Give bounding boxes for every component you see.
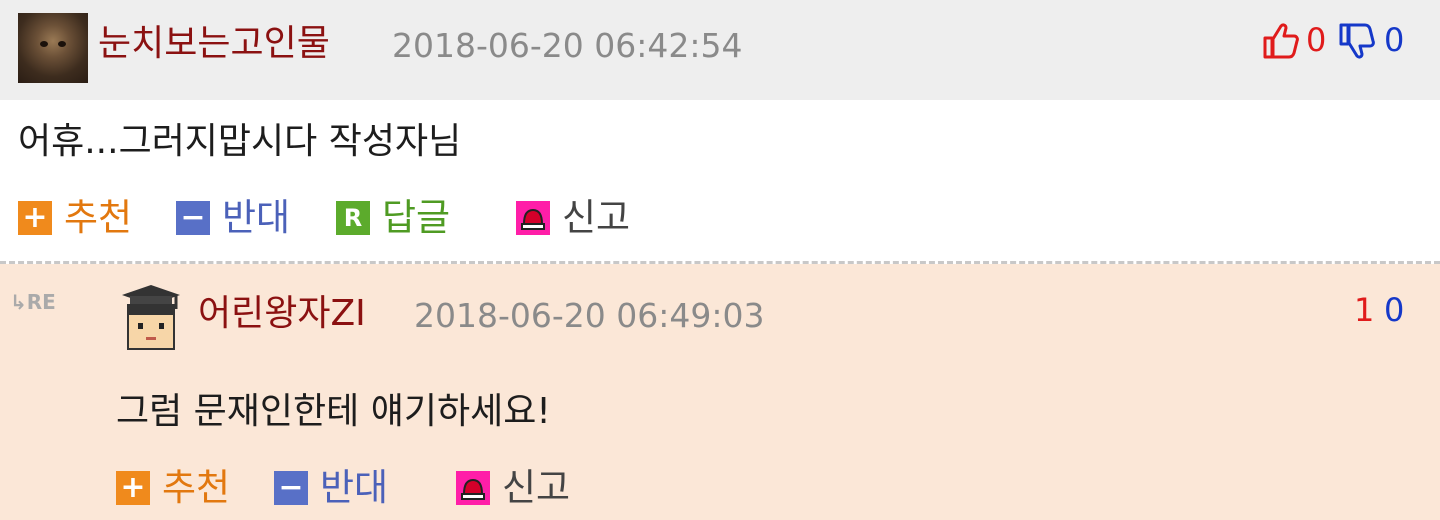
thumbs-up-icon [1263, 23, 1299, 59]
reply-r-icon: R [336, 201, 370, 235]
minus-icon: − [176, 201, 210, 235]
oppose-button[interactable]: − 반대 [176, 194, 290, 242]
report-button[interactable]: 신고 [516, 194, 630, 242]
reply-label: 답글 [382, 196, 451, 239]
recommend-label: 추천 [64, 196, 133, 239]
siren-icon [456, 471, 490, 505]
avatar[interactable] [18, 13, 88, 83]
plus-icon: + [116, 471, 150, 505]
thumbs-down-icon [1339, 23, 1375, 59]
reply-arrow-icon: ↳ [10, 290, 27, 314]
downvote-button[interactable]: 0 [1338, 20, 1410, 60]
oppose-label: 반대 [320, 466, 389, 509]
comment-date: 2018-06-20 06:42:54 [392, 26, 743, 65]
siren-icon [516, 201, 550, 235]
oppose-label: 반대 [222, 196, 291, 239]
upvote-count: 0 [1306, 21, 1327, 59]
comment-date: 2018-06-20 06:49:03 [414, 296, 765, 335]
comment-text: 어휴...그러지맙시다 작성자님 [18, 121, 462, 162]
downvote-count[interactable]: 0 [1384, 290, 1404, 330]
recommend-label: 추천 [162, 466, 231, 509]
upvote-button[interactable]: 0 [1262, 20, 1332, 60]
plus-icon: + [18, 201, 52, 235]
report-button[interactable]: 신고 [456, 464, 570, 512]
reply-marker: ↳RE [10, 290, 56, 314]
oppose-button[interactable]: − 반대 [274, 464, 388, 512]
recommend-button[interactable]: + 추천 [18, 194, 132, 242]
comment-nickname[interactable]: 눈치보는고인물 [98, 14, 330, 74]
recommend-button[interactable]: + 추천 [116, 464, 230, 512]
reply-button[interactable]: R 답글 [336, 194, 450, 242]
comment-nickname[interactable]: 어린왕자ZI [198, 286, 366, 342]
upvote-count[interactable]: 1 [1354, 290, 1374, 330]
minus-icon: − [274, 471, 308, 505]
comment-text: 그럼 문재인한테 얘기하세요! [116, 391, 551, 432]
avatar[interactable] [116, 283, 186, 353]
report-label: 신고 [502, 466, 571, 509]
downvote-count: 0 [1384, 21, 1405, 59]
report-label: 신고 [562, 196, 631, 239]
